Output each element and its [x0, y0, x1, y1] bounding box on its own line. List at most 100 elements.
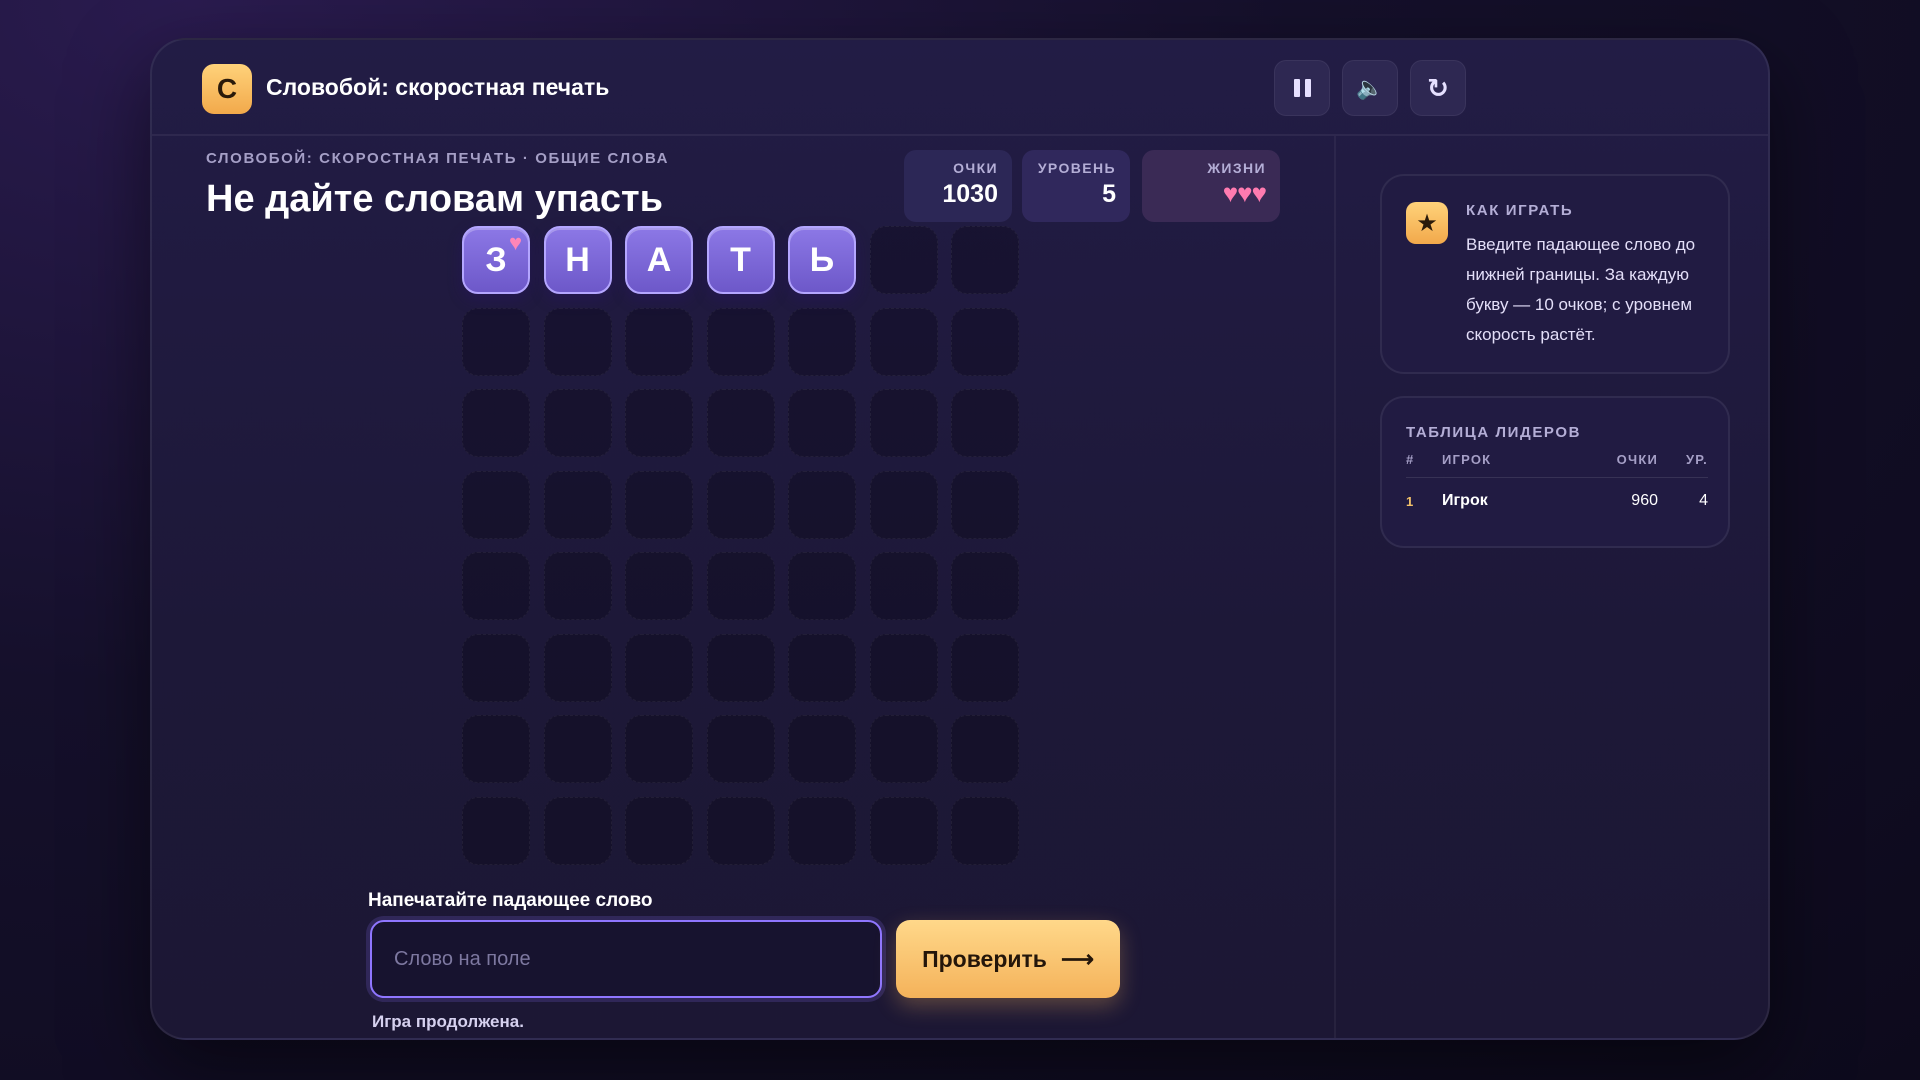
word-input-label: Напечатайте падающее слово — [368, 890, 653, 911]
score-value: 1030 — [942, 180, 998, 208]
pause-icon — [1293, 79, 1311, 97]
lives-label: ЖИЗНИ — [1207, 160, 1266, 176]
leaderboard-title: ТАБЛИЦА ЛИДЕРОВ — [1406, 424, 1582, 441]
leaderboard-header: # ИГРОК ОЧКИ УР. — [1406, 452, 1708, 478]
level-value: 5 — [1102, 180, 1116, 208]
score-stat: ОЧКИ 1030 — [904, 150, 1012, 222]
board-cell — [706, 470, 775, 539]
game-window: С Словобой: скоростная печать 🔈 ↻ СЛОВОБ… — [150, 38, 1770, 1040]
board-cell — [625, 796, 693, 865]
board-cell — [951, 226, 1019, 294]
board-cell — [625, 715, 693, 783]
board-cell — [951, 470, 1019, 539]
lives-hearts-icon: ♥♥♥ — [1222, 178, 1267, 208]
board-cell — [706, 307, 775, 376]
level-label: УРОВЕНЬ — [1037, 160, 1116, 176]
panel-divider — [1334, 136, 1336, 1038]
how-to-play-text: Введите падающее слово до нижней границы… — [1466, 235, 1696, 344]
board-cell — [625, 470, 693, 539]
pause-button[interactable] — [1274, 60, 1330, 116]
game-eyebrow: СЛОВОБОЙ: СКОРОСТНАЯ ПЕЧАТЬ · ОБЩИЕ СЛОВ… — [206, 150, 670, 167]
letter-tile: Т — [706, 226, 775, 294]
how-to-play-panel: ★ КАК ИГРАТЬ Введите падающее слово до н… — [1380, 174, 1730, 374]
board-cell — [706, 715, 775, 783]
arrow-right-icon: ⟶ — [1060, 945, 1094, 972]
row-score: 960 — [1631, 492, 1658, 509]
board-cell — [869, 226, 938, 294]
board-cell — [788, 715, 856, 783]
letter-tile: Н — [543, 226, 612, 294]
board-cell — [543, 796, 612, 865]
col-score: ОЧКИ — [1616, 452, 1658, 467]
board-cell — [951, 633, 1019, 702]
board-cell — [625, 633, 693, 702]
board-cell — [951, 552, 1019, 620]
check-button-label: Проверить — [922, 945, 1047, 972]
board-cell — [951, 796, 1019, 865]
bonus-heart-icon: ♥ — [508, 230, 522, 255]
level-stat: УРОВЕНЬ 5 — [1022, 150, 1130, 222]
sound-toggle-button[interactable]: 🔈 — [1342, 60, 1398, 116]
board-cell — [462, 633, 530, 702]
col-player: ИГРОК — [1442, 452, 1492, 467]
board-cell — [706, 389, 775, 457]
top-bar: С Словобой: скоростная печать 🔈 ↻ — [152, 40, 1768, 136]
board-cell — [869, 389, 938, 457]
board-cell — [706, 552, 775, 620]
game-status: Игра продолжена. — [372, 1012, 524, 1031]
letter-tile: А — [625, 226, 693, 294]
board-cell — [462, 552, 530, 620]
how-to-play-title: КАК ИГРАТЬ — [1466, 202, 1574, 219]
row-player: Игрок — [1442, 492, 1488, 509]
board-cell — [788, 633, 856, 702]
board-cell — [869, 796, 938, 865]
board-cell — [951, 389, 1019, 457]
board-cell — [543, 470, 612, 539]
board-cell — [788, 796, 856, 865]
leaderboard-row: 1 Игрок 960 4 — [1406, 492, 1708, 510]
tile-letter: З — [485, 240, 507, 279]
page-title: Не дайте словам упасть — [206, 178, 664, 220]
tile-letter: А — [646, 240, 672, 279]
board-cell — [869, 307, 938, 376]
col-level: УР. — [1685, 452, 1708, 467]
tile-letter: Н — [565, 240, 590, 279]
row-rank: 1 — [1406, 493, 1414, 509]
board-cell — [869, 715, 938, 783]
board-cell — [788, 552, 856, 620]
restart-button[interactable]: ↻ — [1410, 60, 1466, 116]
board-cell — [788, 389, 856, 457]
col-rank: # — [1406, 452, 1415, 467]
check-button[interactable]: Проверить ⟶ — [896, 920, 1120, 998]
board-cell — [869, 470, 938, 539]
board-cell — [625, 552, 693, 620]
board-cell — [462, 307, 530, 376]
board-cell — [543, 715, 612, 783]
board-cell — [951, 307, 1019, 376]
tile-letter: Т — [730, 240, 751, 279]
board-cell — [788, 307, 856, 376]
board-cell — [462, 715, 530, 783]
letter-tile: Ь — [788, 226, 856, 294]
restart-icon: ↻ — [1427, 72, 1449, 103]
lives-stat: ЖИЗНИ ♥♥♥ — [1142, 150, 1280, 222]
word-input[interactable] — [370, 920, 882, 998]
letter-tile: З ♥ — [462, 226, 530, 294]
board-cell — [543, 552, 612, 620]
board-cell — [462, 470, 530, 539]
game-board: З ♥ Н А Т Ь — [462, 226, 1019, 865]
board-cell — [543, 389, 612, 457]
tile-letter: Ь — [809, 240, 835, 279]
board-cell — [543, 307, 612, 376]
leaderboard-panel: ТАБЛИЦА ЛИДЕРОВ # ИГРОК ОЧКИ УР. 1 Игрок… — [1380, 396, 1730, 548]
board-cell — [543, 633, 612, 702]
app-logo: С — [202, 64, 252, 114]
board-cell — [869, 633, 938, 702]
board-cell — [462, 389, 530, 457]
score-label: ОЧКИ — [953, 160, 998, 176]
star-icon: ★ — [1406, 202, 1448, 244]
row-level: 4 — [1699, 492, 1708, 509]
board-cell — [625, 307, 693, 376]
board-cell — [462, 796, 530, 865]
board-cell — [706, 796, 775, 865]
